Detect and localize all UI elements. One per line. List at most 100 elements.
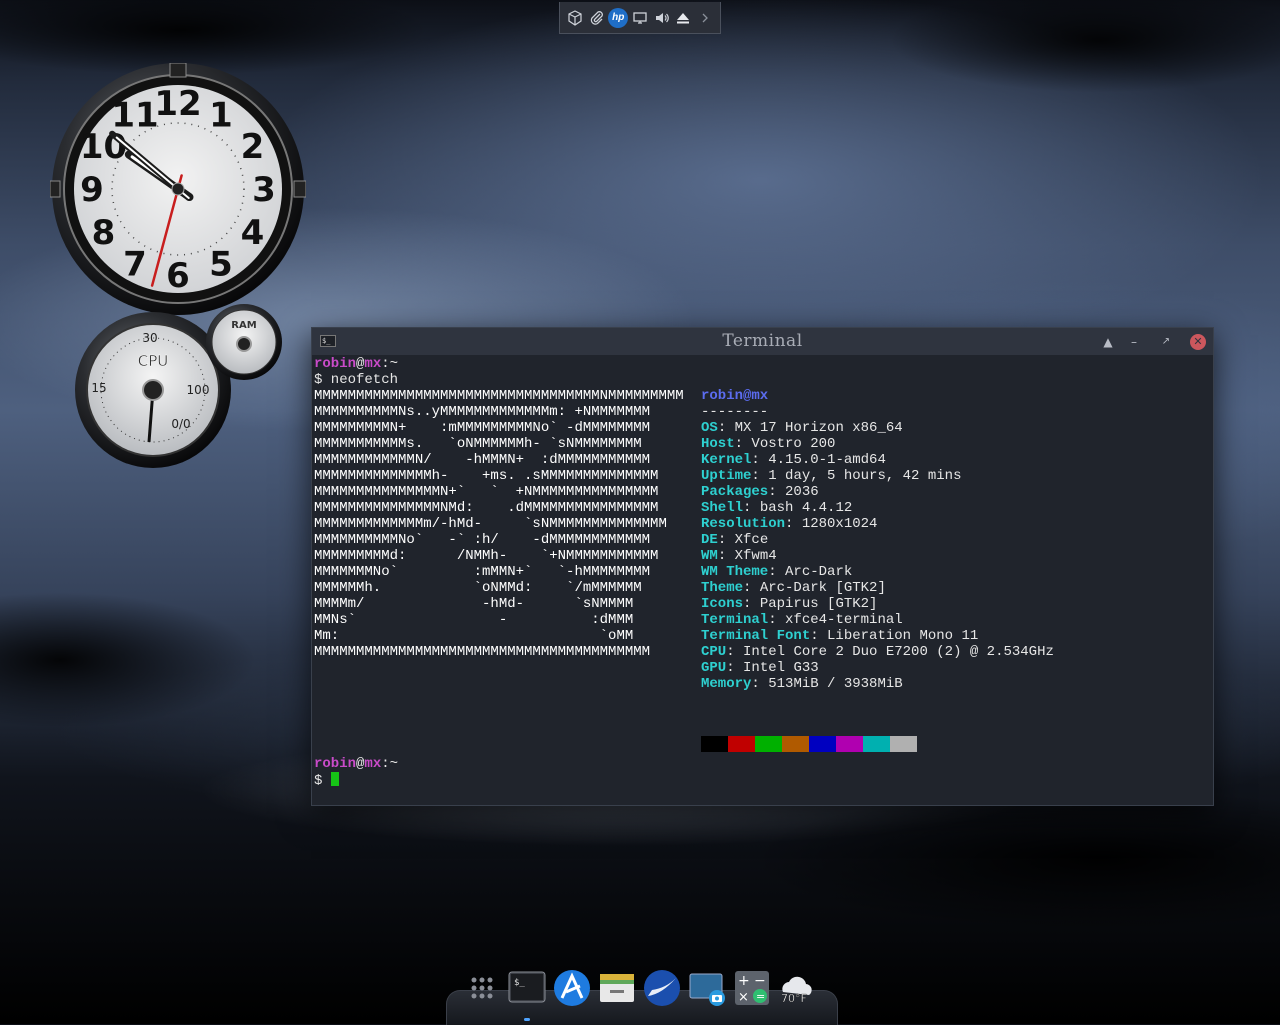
ram-title: RAM <box>231 320 256 331</box>
terminal-app-icon[interactable]: $_ <box>507 968 547 1008</box>
clock-numeral: 3 <box>252 170 276 210</box>
info-line: Theme: Arc-Dark [GTK2] <box>701 580 886 596</box>
seamonkey-icon[interactable] <box>642 968 682 1008</box>
file-manager-icon[interactable] <box>597 968 637 1008</box>
info-value: 513MiB / 3938MiB <box>768 676 903 692</box>
screenshot-icon[interactable] <box>687 968 727 1008</box>
ascii-logo: MMMMMMMMMMMMMMMMMMMMMMMMMMMMMMMMMMNMMMMM… <box>314 388 684 660</box>
info-value: Vostro 200 <box>751 436 836 452</box>
palette-swatch <box>836 736 863 752</box>
app-grid-icon[interactable] <box>462 968 502 1008</box>
info-value: Intel Core 2 Duo E7200 (2) @ 2.534GHz <box>743 644 1054 660</box>
palette-swatch <box>701 736 728 752</box>
info-line: Kernel: 4.15.0-1-amd64 <box>701 452 886 468</box>
paperclip-icon[interactable] <box>587 8 607 28</box>
clock-numeral: 2 <box>241 127 265 167</box>
info-separator: -------- <box>701 404 769 420</box>
info-key: Shell <box>701 500 744 516</box>
info-line: Packages: 2036 <box>701 484 819 500</box>
prompt-line: robin@mx:~ <box>314 356 399 372</box>
svg-text:−: − <box>754 973 766 989</box>
info-value: Liberation Mono 11 <box>827 628 979 644</box>
ascii-line: MMMMMMMMMMMMMMMMMMMMMMMMMMMMMMMMMMMMMMMM <box>314 644 651 660</box>
clock-numeral: 1 <box>209 96 233 136</box>
clock-numeral: 8 <box>92 213 116 253</box>
info-key: Icons <box>701 596 744 612</box>
svg-text:$_: $_ <box>514 978 525 988</box>
info-value: Intel G33 <box>743 660 819 676</box>
info-key: CPU <box>701 644 727 660</box>
info-key: Theme <box>701 580 744 596</box>
cpu-readout: 0/0 <box>171 417 190 431</box>
palette-swatch <box>809 736 836 752</box>
cpu-title: CPU <box>138 352 169 370</box>
info-value: Xfwm4 <box>734 548 777 564</box>
palette-swatch <box>863 736 890 752</box>
info-key: Terminal <box>701 612 769 628</box>
info-value: xfce4-terminal <box>785 612 903 628</box>
palette-swatch <box>728 736 755 752</box>
palette-swatch <box>890 736 917 752</box>
ascii-line: MMMMMMMMMMMMMMMMMMMMMMMMMMMMMMMMMMNMMMMM… <box>314 388 684 404</box>
maximize-button[interactable]: ↗ <box>1158 334 1174 350</box>
ascii-line: MMMMMMMMMMMs. `oNMMMMMMh- `sNMMMMMMMM <box>314 436 642 452</box>
ascii-line: MMMMMMMMMMNo` -` :h/ -dMMMMMMMMMMMM <box>314 532 651 548</box>
terminal-window[interactable]: $_ Terminal ▲ – ↗ ✕ robin@mx:~ $ neofetc… <box>311 327 1214 806</box>
info-value: 1280x1024 <box>801 516 878 532</box>
clock-numeral: 11 <box>111 96 158 136</box>
minimize-button[interactable]: – <box>1126 334 1142 350</box>
cpu-scale-100: 100 <box>187 383 210 397</box>
terminal-title: Terminal <box>722 331 803 351</box>
display-icon[interactable] <box>630 8 650 28</box>
clock-numeral: 12 <box>154 84 201 124</box>
info-line: GPU: Intel G33 <box>701 660 819 676</box>
cpu-scale-15: 15 <box>91 381 106 395</box>
svg-text:70°F: 70°F <box>781 992 807 1005</box>
info-value: Arc-Dark [GTK2] <box>759 580 886 596</box>
hp-icon[interactable]: hp <box>608 7 629 28</box>
shade-button[interactable]: ▲ <box>1100 334 1116 350</box>
info-line: Host: Vostro 200 <box>701 436 836 452</box>
info-key: Terminal Font <box>701 628 811 644</box>
chevron-right-icon[interactable] <box>695 8 715 28</box>
info-key: OS <box>701 420 718 436</box>
info-key: Memory <box>701 676 752 692</box>
info-key: WM Theme <box>701 564 769 580</box>
terminal-titlebar[interactable]: $_ Terminal ▲ – ↗ ✕ <box>312 328 1213 355</box>
weather-icon[interactable]: 70°F <box>777 968 817 1008</box>
ascii-line: MMMMMMMNo` :mMMN+` `-hMMMMMMMM <box>314 564 651 580</box>
package-icon[interactable] <box>565 8 585 28</box>
terminal-output[interactable]: robin@mx:~ $ neofetch MMMMMMMMMMMMMMMMMM… <box>314 356 1211 803</box>
clock-numeral: 9 <box>80 170 104 210</box>
info-line: Shell: bash 4.4.12 <box>701 500 853 516</box>
ascii-line: MMNs` - :dMMM <box>314 612 634 628</box>
info-line: CPU: Intel Core 2 Duo E7200 (2) @ 2.534G… <box>701 644 1054 660</box>
close-button[interactable]: ✕ <box>1190 334 1206 350</box>
info-key: Packages <box>701 484 769 500</box>
prompt-line-2: robin@mx:~ <box>314 756 399 772</box>
ascii-line: MMMMMMMMMN+ :mMMMMMMMMMNo` -dMMMMMMMM <box>314 420 651 436</box>
info-line: Resolution: 1280x1024 <box>701 516 878 532</box>
clock-numeral: 5 <box>209 244 233 284</box>
color-palette <box>701 736 917 752</box>
input-line[interactable]: $ <box>314 772 339 789</box>
info-line: Terminal: xfce4-terminal <box>701 612 903 628</box>
svg-text:×: × <box>738 990 749 1005</box>
eject-icon[interactable] <box>673 8 693 28</box>
info-key: DE <box>701 532 718 548</box>
volume-icon[interactable] <box>652 8 672 28</box>
info-line: OS: MX 17 Horizon x86_64 <box>701 420 903 436</box>
info-key: WM <box>701 548 718 564</box>
ascii-line: MMMMMMMMMMMMMMMNMd: .dMMMMMMMMMMMMMMMM <box>314 500 659 516</box>
ascii-line: MMMMMMMMMd: /NMMh- `+NMMMMMMMMMMM <box>314 548 659 564</box>
browser-app-icon[interactable] <box>552 968 592 1008</box>
info-value: 2036 <box>785 484 819 500</box>
palette-swatch <box>755 736 782 752</box>
ascii-line: MMMMMMMMMMMMN/ -hMMMN+ :dMMMMMMMMMMM <box>314 452 651 468</box>
ram-gauge: RAM <box>206 304 282 380</box>
info-value: Xfce <box>734 532 769 548</box>
hp-logo: hp <box>608 7 629 28</box>
info-line: WM: Xfwm4 <box>701 548 777 564</box>
calculator-icon[interactable]: + − × = <box>732 968 772 1008</box>
top-panel: hp <box>559 2 721 34</box>
